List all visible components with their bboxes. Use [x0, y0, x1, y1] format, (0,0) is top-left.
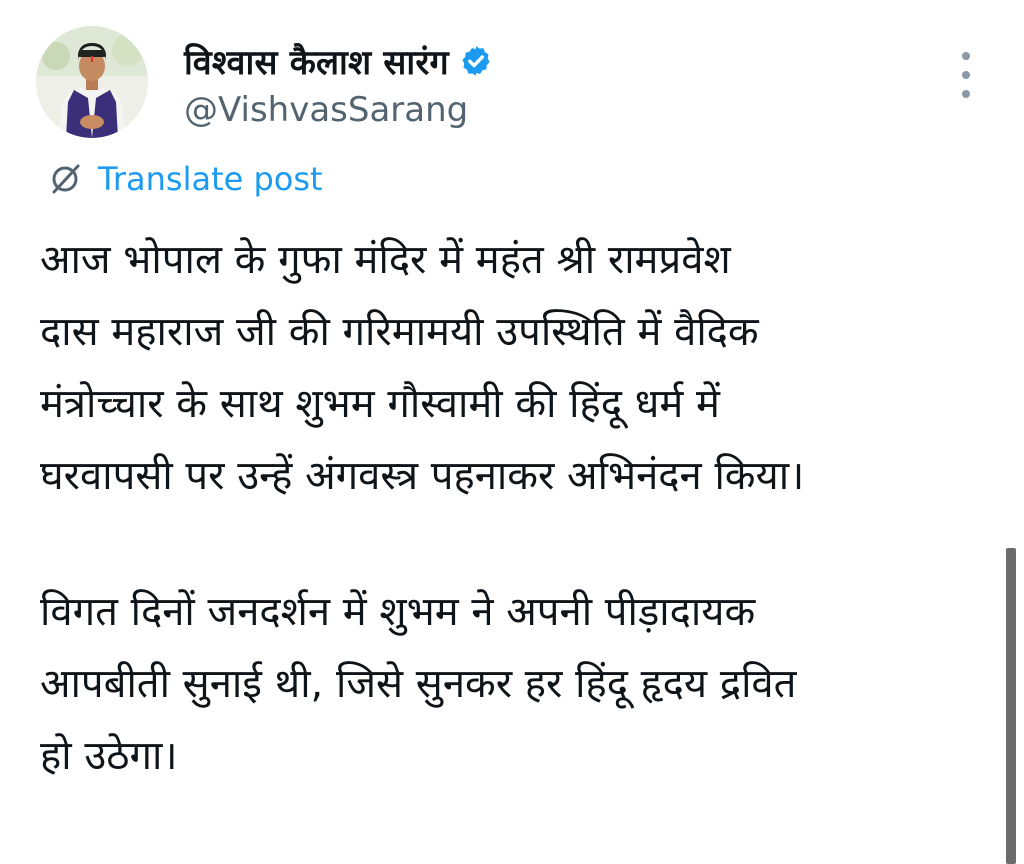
post-paragraph: विगत दिनों जनदर्शन में शुभम ने अपनी पीड़… — [40, 589, 797, 779]
translate-icon — [48, 162, 82, 196]
author-display-name[interactable]: विश्वास कैलाश सारंग — [184, 38, 449, 84]
more-dot — [962, 90, 970, 98]
author-name-row: विश्वास कैलाश सारंग — [184, 36, 493, 86]
author-handle[interactable]: @VishvasSarang — [184, 90, 493, 130]
author-identity: विश्वास कैलाश सारंग @VishvasSarang — [184, 36, 493, 130]
translate-post-label[interactable]: Translate post — [98, 160, 323, 198]
more-dot — [962, 71, 970, 79]
post-paragraph: आज भोपाल के गुफा मंदिर में महंत श्री राम… — [40, 237, 805, 499]
translate-post-link[interactable]: Translate post — [48, 160, 323, 198]
more-vertical-icon[interactable] — [954, 52, 978, 98]
verified-badge-icon — [459, 44, 493, 78]
post-header: विश्वास कैलाश सारंग @VishvasSarang — [36, 26, 493, 138]
more-dot — [962, 52, 970, 60]
avatar-photo — [36, 26, 148, 138]
author-avatar[interactable] — [36, 26, 148, 138]
post-text: आज भोपाल के गुफा मंदिर में महंत श्री राम… — [40, 224, 1000, 792]
scrollbar-thumb[interactable] — [1006, 548, 1016, 864]
post-card: विश्वास कैलाश सारंग @VishvasSarang Trans… — [0, 0, 1024, 864]
